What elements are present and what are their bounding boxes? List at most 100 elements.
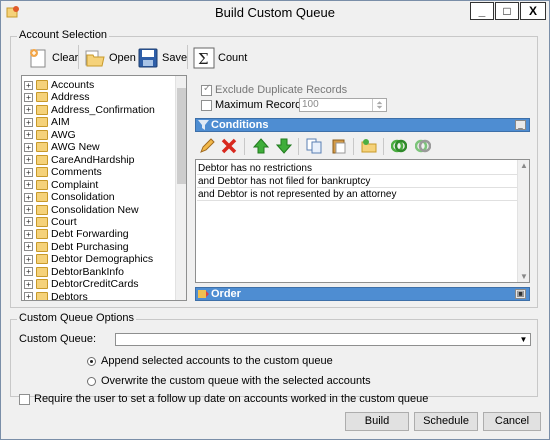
tree-item[interactable]: + CareAndHardship [24, 154, 134, 166]
delete-x-icon[interactable] [221, 138, 237, 154]
folder-icon [36, 241, 48, 252]
expand-plus-icon[interactable]: + [24, 267, 33, 277]
list-item[interactable]: Debtor has no restrictions [197, 163, 518, 175]
group-folder-icon[interactable] [361, 138, 377, 154]
copy-icon[interactable] [306, 138, 322, 154]
radio-circle[interactable] [87, 376, 96, 386]
account-selection-legend: Account Selection [17, 29, 110, 41]
tree-item[interactable]: + DebtorBankInfo [24, 266, 124, 278]
expand-plus-icon[interactable]: + [24, 180, 33, 190]
checkbox-box[interactable] [19, 393, 30, 405]
open-folder-icon [85, 50, 105, 67]
toolbar-separator [244, 138, 245, 155]
expand-order-button[interactable]: ▣ [515, 289, 526, 299]
tree-item-label: Address [51, 91, 90, 104]
scrollbar-thumb[interactable] [177, 88, 186, 184]
checkbox-box[interactable] [201, 83, 212, 96]
expand-plus-icon[interactable]: + [24, 130, 33, 140]
tree-item[interactable]: + Debt Purchasing [24, 241, 129, 253]
conditions-scrollbar[interactable]: ▲ ▼ [517, 160, 529, 282]
collapse-conditions-button[interactable]: _ [515, 120, 526, 130]
maximum-records-label: Maximum Records [215, 99, 307, 111]
edit-pencil-icon[interactable] [199, 138, 215, 154]
tree-item[interactable]: + AWG New [24, 141, 100, 153]
require-followup-checkbox[interactable] [19, 393, 30, 405]
tree-item[interactable]: + Address [24, 91, 90, 103]
tree-item[interactable]: + Address_Confirmation [24, 104, 155, 116]
and-link-icon[interactable] [391, 138, 407, 154]
scroll-up-arrow-icon[interactable]: ▲ [520, 161, 528, 170]
tree-item[interactable]: + Court [24, 216, 77, 228]
exclude-duplicates-checkbox[interactable] [201, 83, 212, 96]
tree-item-label: Accounts [51, 79, 95, 91]
move-up-arrow-icon[interactable] [253, 138, 269, 154]
save-button[interactable]: Save [137, 47, 187, 69]
toolbar-separator [353, 138, 354, 155]
expand-plus-icon[interactable]: + [24, 254, 33, 264]
tree-item[interactable]: + Accounts [24, 79, 94, 91]
checkbox-box[interactable] [201, 99, 212, 111]
maximize-button[interactable]: □ [495, 2, 519, 20]
tree-item[interactable]: + AWG [24, 129, 76, 141]
expand-plus-icon[interactable]: + [24, 117, 33, 127]
minimize-button[interactable]: _ [470, 2, 494, 20]
schedule-button[interactable]: Schedule [414, 412, 478, 431]
radio-circle[interactable] [87, 356, 96, 366]
maximum-records-checkbox[interactable] [201, 99, 212, 111]
tree-item[interactable]: + Debtors [24, 291, 88, 300]
tree-item-label: Debt Forwarding [51, 228, 129, 241]
expand-plus-icon[interactable]: + [24, 279, 33, 289]
folder-icon [36, 192, 48, 203]
close-button[interactable]: X [520, 2, 546, 20]
custom-queue-options-legend: Custom Queue Options [17, 312, 136, 324]
tree-item[interactable]: + Debtor Demographics [24, 253, 153, 265]
expand-plus-icon[interactable]: + [24, 105, 33, 115]
or-link-icon[interactable] [415, 138, 431, 154]
expand-plus-icon[interactable]: + [24, 292, 33, 300]
paste-clipboard-icon[interactable] [331, 138, 347, 154]
list-item[interactable]: and Debtor is not represented by an atto… [197, 189, 518, 201]
folder-icon [36, 229, 48, 240]
expand-plus-icon[interactable]: + [24, 205, 33, 214]
filter-icon [198, 120, 209, 130]
folder-icon [36, 179, 48, 190]
tree-item[interactable]: + Debt Forwarding [24, 228, 129, 240]
overwrite-radio[interactable] [87, 375, 96, 387]
custom-queue-label: Custom Queue: [19, 333, 97, 345]
tree-item[interactable]: + AIM [24, 116, 70, 128]
order-header: Order ▣ [195, 287, 530, 301]
tree-item[interactable]: + Consolidation New [24, 204, 139, 216]
chevron-down-icon[interactable]: ▼ [517, 334, 530, 345]
expand-plus-icon[interactable]: + [24, 242, 33, 252]
expand-plus-icon[interactable]: + [24, 192, 33, 202]
list-item[interactable]: and Debtor has not filed for bankruptcy [197, 176, 518, 188]
conditions-list[interactable]: Debtor has no restrictions and Debtor ha… [195, 159, 530, 283]
spin-arrows-icon[interactable] [372, 99, 386, 111]
expand-plus-icon[interactable]: + [24, 92, 33, 102]
expand-plus-icon[interactable]: + [24, 80, 33, 90]
expand-plus-icon[interactable]: + [24, 155, 33, 165]
tree-item[interactable]: + Consolidation [24, 191, 115, 203]
tree-scrollbar[interactable] [175, 76, 186, 300]
custom-queue-select[interactable]: ▼ [115, 333, 531, 346]
clear-button[interactable]: Clear [27, 47, 78, 69]
expand-plus-icon[interactable]: + [24, 142, 33, 152]
count-button[interactable]: Σ Count [193, 47, 247, 69]
folder-icon [36, 154, 48, 165]
scroll-down-arrow-icon[interactable]: ▼ [520, 272, 528, 281]
build-button[interactable]: Build [345, 412, 409, 431]
move-down-arrow-icon[interactable] [276, 138, 292, 154]
expand-plus-icon[interactable]: + [24, 229, 33, 239]
folder-icon [36, 80, 48, 90]
table-tree[interactable]: + Accounts + Address + Address_Confirmation + A… [21, 75, 187, 301]
tree-item[interactable]: + Comments [24, 166, 102, 178]
cancel-button[interactable]: Cancel [483, 412, 541, 431]
maximum-records-input[interactable]: 100 [299, 98, 387, 112]
open-button[interactable]: Open [84, 47, 136, 69]
tree-item[interactable]: + Complaint [24, 179, 98, 191]
append-radio[interactable] [87, 355, 96, 367]
tree-item[interactable]: + DebtorCreditCards [24, 278, 139, 290]
expand-plus-icon[interactable]: + [24, 217, 33, 227]
sort-order-icon [198, 290, 209, 298]
expand-plus-icon[interactable]: + [24, 167, 33, 177]
